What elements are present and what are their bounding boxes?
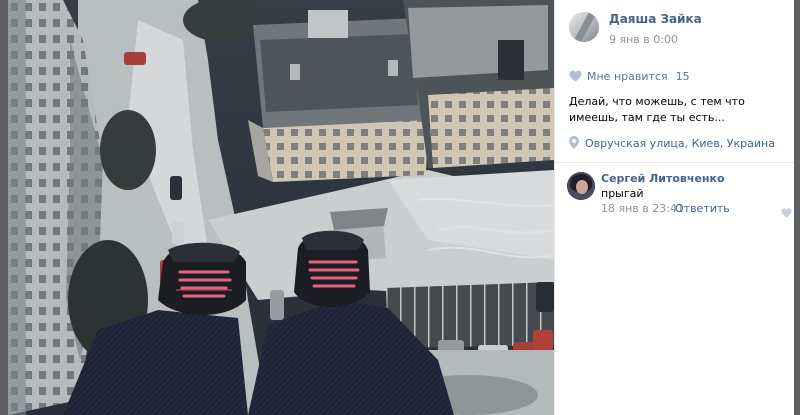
author-name[interactable]: Даяша Зайка [609,12,702,27]
comment-author[interactable]: Сергей Литовченко [601,172,725,185]
commenter-avatar[interactable] [567,172,595,200]
photo-viewer: Даяша Зайка 9 янв в 0:00 Мне нравится 15… [0,0,800,415]
post-photo[interactable] [8,0,554,415]
comment-date[interactable]: 18 янв в 23:41 [601,202,684,215]
heart-icon [569,67,582,86]
location-text[interactable]: Овручская улица, Киев, Украина [585,137,775,150]
post-author: Даяша Зайка 9 янв в 0:00 [569,12,702,46]
post-date[interactable]: 9 янв в 0:00 [609,33,702,47]
viewer-gutter [794,0,800,415]
divider [555,162,795,163]
like-count: 15 [675,69,690,83]
author-avatar[interactable] [569,12,599,42]
reply-button[interactable]: Ответить [675,202,730,215]
comment-text: прыгай [601,187,644,200]
like-label: Мне нравится [587,69,668,83]
photo-illustration [8,0,554,415]
comment-item: Сергей Литовченко прыгай 18 янв в 23:41 … [567,172,792,218]
post-location[interactable]: Овручская улица, Киев, Украина [569,135,775,151]
post-caption: Делай, что можешь, с тем что имеешь, там… [569,95,745,124]
like-button[interactable]: Мне нравится 15 [569,68,690,84]
map-pin-icon [569,134,579,153]
post-info-panel: Даяша Зайка 9 янв в 0:00 Мне нравится 15… [554,0,795,415]
heart-icon[interactable] [781,203,792,222]
